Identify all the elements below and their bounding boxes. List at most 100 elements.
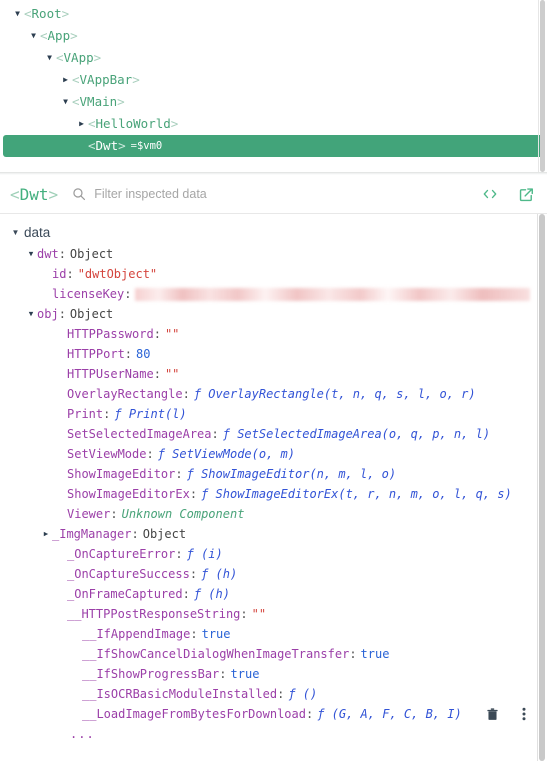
property-value: Unknown Component [121, 507, 245, 521]
property-row[interactable]: ▼ dwt: Object [0, 244, 547, 264]
data-section-header[interactable]: ▼ data [0, 222, 547, 244]
code-brackets-icon[interactable] [481, 185, 499, 203]
property-value: Object [69, 307, 114, 321]
chevron-down-icon[interactable]: ▼ [11, 3, 24, 25]
property-key: id [52, 267, 67, 281]
property-key: SetViewMode [67, 447, 147, 461]
redacted-value [135, 287, 531, 301]
property-value: ƒ (G, A, F, C, B, I) [317, 707, 462, 721]
property-value: ƒ ShowImageEditor(n, m, l, o) [186, 467, 397, 481]
chevron-down-icon[interactable]: ▼ [25, 244, 37, 264]
property-separator: : [124, 347, 133, 361]
property-value: true [230, 667, 260, 681]
inspected-component-tag: <Dwt> [10, 185, 58, 204]
property-row[interactable]: __LoadImageFromBytesForDownload: ƒ (G, A,… [0, 704, 547, 724]
component-tag: <HelloWorld> [88, 116, 179, 131]
property-row[interactable]: ... [0, 724, 547, 744]
property-key: licenseKey [52, 287, 125, 301]
property-key: HTTPPassword [67, 327, 154, 341]
component-tree-node-helloworld[interactable]: ▶ <HelloWorld> [3, 113, 544, 135]
chevron-down-icon[interactable]: ▼ [25, 304, 37, 324]
property-row[interactable]: SetViewMode: ƒ SetViewMode(o, m) [0, 444, 547, 464]
property-row[interactable]: HTTPPort:80 [0, 344, 547, 364]
property-row[interactable]: Print: ƒ Print(l) [0, 404, 547, 424]
component-tree-node-vappbar[interactable]: ▶ <VAppBar> [3, 69, 544, 91]
chevron-right-icon[interactable]: ▶ [59, 69, 72, 91]
more-options-icon[interactable] [517, 706, 531, 722]
component-tree-scrollbar-thumb[interactable] [540, 0, 545, 172]
property-row[interactable]: __IfShowCancelDialogWhenImageTransfer: tr… [0, 644, 547, 664]
property-separator: : [189, 567, 198, 581]
filter-inspected-data-input[interactable] [94, 187, 471, 201]
tag-label: Dwt [19, 184, 49, 204]
property-separator: : [66, 267, 74, 281]
property-row[interactable]: HTTPUserName: "" [0, 364, 547, 384]
component-tree-node-vapp[interactable]: ▼ <VApp> [3, 47, 544, 69]
property-value: Object [69, 247, 114, 261]
open-in-new-icon[interactable] [517, 185, 535, 203]
property-key: HTTPPort [67, 347, 125, 361]
property-key: OverlayRectangle [67, 387, 183, 401]
property-row[interactable]: HTTPPassword: "" [0, 324, 547, 344]
property-separator: : [182, 587, 190, 601]
chevron-down-icon[interactable]: ▼ [43, 47, 56, 69]
property-value: "" [251, 607, 267, 621]
property-row[interactable]: ▼ obj: Object [0, 304, 547, 324]
property-row[interactable]: ▶ _ImgManager: Object [0, 524, 547, 544]
property-row[interactable]: __IsOCRBasicModuleInstalled: ƒ () [0, 684, 547, 704]
delete-icon[interactable] [485, 706, 499, 722]
chevron-right-icon[interactable]: ▶ [75, 113, 88, 135]
property-row[interactable]: Viewer: Unknown Component [0, 504, 547, 524]
property-value: true [360, 647, 390, 661]
data-section-toggle-icon[interactable]: ▼ [10, 222, 21, 244]
property-separator: : [277, 687, 285, 701]
inspector-header-actions [481, 185, 535, 203]
property-value: 80 [136, 347, 151, 361]
data-section-label: data [24, 225, 51, 240]
component-tree-node-root[interactable]: ▼ <Root> [3, 3, 544, 25]
property-separator: : [110, 507, 118, 521]
property-row[interactable]: _OnCaptureError: ƒ (i) [0, 544, 547, 564]
property-row[interactable]: ShowImageEditor: ƒ ShowImageEditor(n, m, … [0, 464, 547, 484]
data-panel-scrollbar-thumb[interactable] [539, 214, 545, 761]
property-row-actions [485, 706, 531, 722]
inspected-data-panel[interactable]: ▼ data ▼ dwt: Object id: "dwtObject" licenseK… [0, 214, 547, 761]
data-panel-scrollbar[interactable] [537, 214, 547, 761]
property-row[interactable]: OverlayRectangle: ƒ OverlayRectangle(t, n… [0, 384, 547, 404]
component-tag: <VAppBar> [72, 72, 140, 87]
chevron-right-icon[interactable]: ▶ [40, 524, 52, 544]
property-separator: : [175, 467, 183, 481]
property-row[interactable]: _OnFrameCaptured: ƒ (h) [0, 584, 547, 604]
component-tree-list: ▼ <Root> ▼ <App> ▼ <VApp> ▶ <VAppBar> ▼ <VMain> ▶ <… [0, 3, 547, 157]
chevron-down-icon[interactable]: ▼ [59, 91, 72, 113]
property-separator: : [189, 487, 198, 501]
property-row[interactable]: licenseKey: [0, 284, 547, 304]
property-row[interactable]: id: "dwtObject" [0, 264, 547, 284]
property-value: ƒ Print(l) [114, 407, 187, 421]
component-tree-node-dwt[interactable]: <Dwt> = $vm0 [3, 135, 544, 157]
property-value: ƒ (h) [193, 587, 230, 601]
component-tree-pane[interactable]: ▼ <Root> ▼ <App> ▼ <VApp> ▶ <VAppBar> ▼ <VMain> ▶ <… [0, 0, 547, 172]
property-row[interactable]: ShowImageEditorEx: ƒ ShowImageEditorEx(t,… [0, 484, 547, 504]
property-key: Viewer [67, 507, 111, 521]
property-separator: : [175, 547, 183, 561]
filter-search-group[interactable] [72, 187, 471, 201]
property-row[interactable]: SetSelectedImageArea: ƒ SetSelectedImageA… [0, 424, 547, 444]
property-value: ƒ (i) [186, 547, 223, 561]
property-row[interactable]: __IfAppendImage: true [0, 624, 547, 644]
property-value: "" [164, 367, 180, 381]
chevron-down-icon[interactable]: ▼ [27, 25, 40, 47]
property-key: ShowImageEditor [67, 467, 176, 481]
more-properties-ellipsis[interactable]: ... [70, 724, 95, 744]
property-key: _ImgManager [52, 527, 132, 541]
property-row[interactable]: __HTTPPostResponseString: "" [0, 604, 547, 624]
property-key: HTTPUserName [67, 367, 154, 381]
property-row[interactable]: __IfShowProgressBar: true [0, 664, 547, 684]
property-separator: : [219, 667, 227, 681]
component-tree-node-vmain[interactable]: ▼ <VMain> [3, 91, 544, 113]
component-tree-scrollbar[interactable] [538, 0, 546, 172]
component-tree-node-app[interactable]: ▼ <App> [3, 25, 544, 47]
property-key: ShowImageEditorEx [67, 487, 190, 501]
property-key: dwt [37, 247, 59, 261]
property-row[interactable]: _OnCaptureSuccess: ƒ (h) [0, 564, 547, 584]
